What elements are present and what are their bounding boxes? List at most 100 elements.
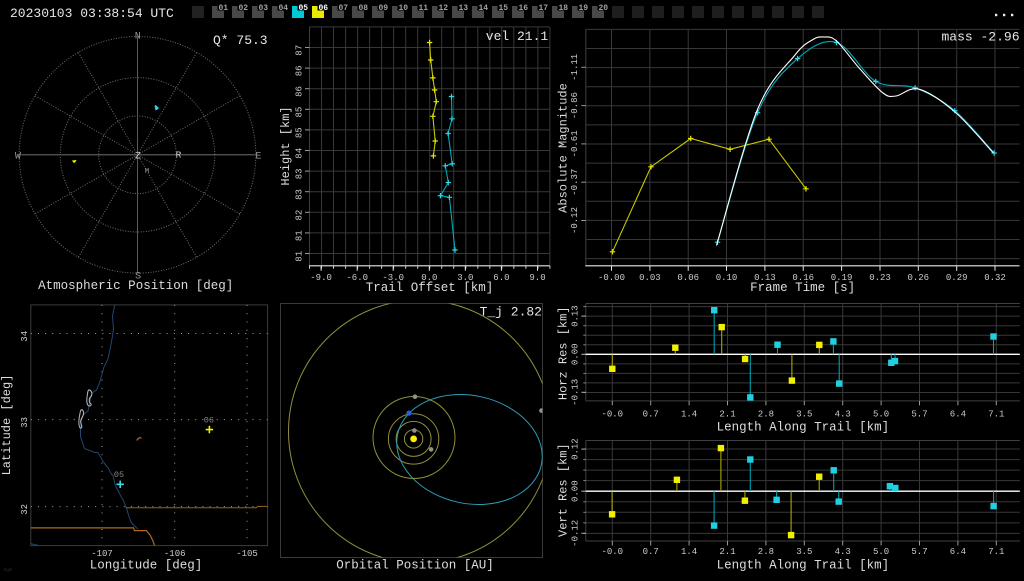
- svg-text:Longitude [deg]: Longitude [deg]: [90, 559, 203, 573]
- svg-text:5.7: 5.7: [911, 547, 927, 557]
- svg-text:09: 09: [378, 4, 388, 13]
- svg-text:3.5: 3.5: [796, 547, 812, 557]
- svg-text:0.29: 0.29: [946, 273, 968, 283]
- svg-text:07: 07: [338, 4, 348, 13]
- svg-text:0.00: 0.00: [571, 343, 581, 365]
- svg-text:03: 03: [258, 4, 268, 13]
- svg-text:Absolute Magnitude: Absolute Magnitude: [557, 83, 571, 213]
- svg-text:-0.13: -0.13: [571, 379, 581, 406]
- svg-text:0.7: 0.7: [643, 547, 659, 557]
- svg-text:5.0: 5.0: [873, 410, 889, 420]
- svg-text:2.1: 2.1: [719, 410, 735, 420]
- svg-text:81: 81: [295, 230, 305, 241]
- svg-text:87: 87: [295, 45, 305, 56]
- svg-text:Orbital Position [AU]: Orbital Position [AU]: [336, 559, 494, 573]
- svg-text:-107: -107: [91, 549, 113, 559]
- svg-text:83: 83: [295, 189, 305, 200]
- svg-text:32: 32: [20, 504, 30, 515]
- svg-text:R: R: [176, 150, 182, 161]
- svg-text:Z: Z: [135, 152, 141, 163]
- svg-text:06: 06: [204, 416, 214, 426]
- svg-text:-0.0: -0.0: [601, 410, 623, 420]
- svg-text:W: W: [15, 152, 21, 163]
- svg-text:04: 04: [278, 4, 288, 13]
- svg-text:5.0: 5.0: [873, 547, 889, 557]
- svg-text:20230103 03:38:54 UTC: 20230103 03:38:54 UTC: [10, 6, 174, 21]
- svg-text:82: 82: [295, 210, 305, 221]
- svg-text:0.10: 0.10: [716, 273, 738, 283]
- svg-text:-0.61: -0.61: [570, 130, 580, 157]
- svg-text:16: 16: [518, 4, 528, 13]
- svg-text:5.7: 5.7: [911, 410, 927, 420]
- svg-text:0.03: 0.03: [639, 273, 661, 283]
- svg-text:06: 06: [318, 4, 328, 13]
- svg-text:N: N: [135, 31, 141, 42]
- svg-text:Horz Res [km]: Horz Res [km]: [557, 306, 571, 400]
- svg-text:-0.86: -0.86: [570, 92, 580, 119]
- svg-text:4.3: 4.3: [835, 410, 851, 420]
- svg-text:05: 05: [298, 4, 308, 13]
- svg-text:Latitude [deg]: Latitude [deg]: [0, 375, 14, 476]
- svg-text:08: 08: [358, 4, 368, 13]
- svg-text:05: 05: [114, 470, 124, 480]
- svg-text:9.0: 9.0: [529, 273, 545, 283]
- svg-text:1.4: 1.4: [681, 410, 697, 420]
- svg-text:0.7: 0.7: [643, 410, 659, 420]
- svg-text:mass -2.96: mass -2.96: [941, 30, 1019, 45]
- svg-text:Height [km]: Height [km]: [279, 106, 293, 185]
- svg-text:2.8: 2.8: [758, 410, 774, 420]
- svg-text:0.13: 0.13: [571, 305, 581, 327]
- svg-text:14: 14: [478, 4, 488, 13]
- svg-text:02: 02: [238, 4, 248, 13]
- svg-text:-106: -106: [164, 549, 186, 559]
- svg-text:6.4: 6.4: [950, 410, 966, 420]
- svg-text:19: 19: [578, 4, 588, 13]
- svg-text:T_j 2.82: T_j 2.82: [480, 305, 542, 320]
- svg-text:11: 11: [418, 4, 428, 13]
- svg-text:-0.12: -0.12: [570, 207, 580, 234]
- svg-text:-9.0: -9.0: [310, 273, 332, 283]
- svg-text:Frame Time [s]: Frame Time [s]: [750, 281, 855, 295]
- svg-text:Length Along Trail [km]: Length Along Trail [km]: [717, 558, 890, 572]
- svg-text:-105: -105: [236, 549, 258, 559]
- svg-text:10: 10: [398, 4, 408, 13]
- svg-text:-1.11: -1.11: [570, 54, 580, 81]
- svg-text:4.3: 4.3: [835, 547, 851, 557]
- svg-text:13: 13: [458, 4, 468, 13]
- svg-text:Length Along Trail [km]: Length Along Trail [km]: [717, 421, 890, 435]
- svg-text:Q* 75.3: Q* 75.3: [213, 33, 268, 48]
- svg-text:7.1: 7.1: [988, 410, 1004, 420]
- svg-text:-0.37: -0.37: [570, 169, 580, 196]
- svg-text:1.4: 1.4: [681, 547, 697, 557]
- svg-text:0.26: 0.26: [907, 273, 929, 283]
- svg-text:-0.0: -0.0: [601, 547, 623, 557]
- svg-text:0.23: 0.23: [869, 273, 891, 283]
- svg-text:6.4: 6.4: [950, 547, 966, 557]
- svg-text:M: M: [145, 168, 150, 176]
- svg-text:34: 34: [20, 331, 30, 342]
- svg-text:85: 85: [295, 127, 305, 138]
- svg-text:12: 12: [438, 4, 448, 13]
- svg-text:17: 17: [538, 4, 548, 13]
- svg-text:7.1: 7.1: [988, 547, 1004, 557]
- svg-text:3.5: 3.5: [796, 410, 812, 420]
- svg-text:Vert Res [km]: Vert Res [km]: [557, 443, 571, 537]
- svg-text:0.32: 0.32: [984, 273, 1006, 283]
- svg-text:E: E: [255, 152, 261, 163]
- svg-text:6.0: 6.0: [493, 273, 509, 283]
- svg-text:15: 15: [498, 4, 508, 13]
- svg-text:01: 01: [218, 4, 228, 13]
- svg-text:2.1: 2.1: [719, 547, 735, 557]
- svg-text:18: 18: [558, 4, 568, 13]
- svg-text:Trail Offset [km]: Trail Offset [km]: [366, 281, 494, 295]
- svg-text:mjm: mjm: [4, 567, 12, 573]
- svg-text:-0.00: -0.00: [598, 273, 625, 283]
- svg-text:0.00: 0.00: [571, 480, 581, 502]
- svg-text:0.12: 0.12: [571, 438, 581, 460]
- svg-text:0.06: 0.06: [677, 273, 699, 283]
- svg-text:86: 86: [295, 86, 305, 97]
- svg-text:20: 20: [598, 4, 608, 13]
- svg-text:81: 81: [295, 251, 305, 262]
- svg-text:2.8: 2.8: [758, 547, 774, 557]
- svg-text:84: 84: [295, 148, 305, 159]
